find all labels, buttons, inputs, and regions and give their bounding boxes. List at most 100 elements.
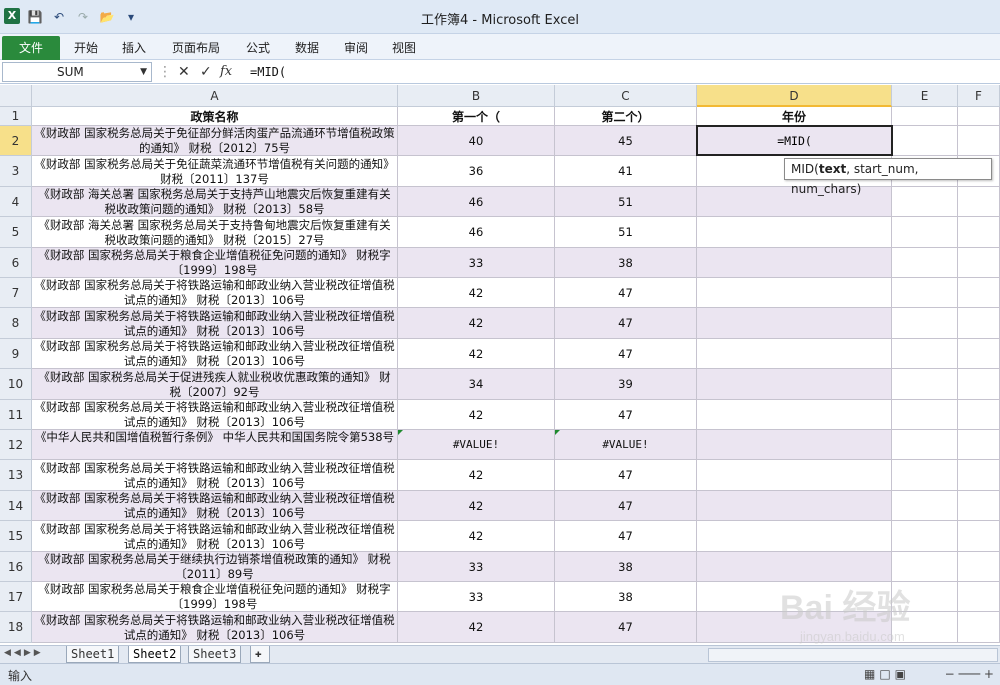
tab-formulas[interactable]: 公式 [246,39,270,56]
cell-c[interactable]: 51 [555,187,697,217]
cell-c[interactable]: 45 [555,126,697,156]
cell-a[interactable]: 《财政部 国家税务总局关于将铁路运输和邮政业纳入营业税改征增值税试点的通知》 财… [32,400,398,430]
column-header-f[interactable]: F [958,85,1000,107]
cell-c[interactable]: 47 [555,339,697,369]
cell-f[interactable] [958,369,1000,400]
cell-c[interactable]: 47 [555,491,697,521]
insert-function-icon[interactable]: fx [220,62,232,82]
cell-f[interactable] [958,308,1000,339]
tab-view[interactable]: 视图 [392,39,416,56]
cell-c[interactable]: 41 [555,156,697,187]
cell-a[interactable]: 《财政部 国家税务总局关于继续执行边销茶增值税政策的通知》 财税〔2011〕89… [32,552,398,582]
cell-b[interactable]: 36 [398,156,555,187]
header-cell-c[interactable]: 第二个） [555,107,697,126]
cell-e[interactable] [892,278,958,308]
cell-d[interactable] [697,278,892,308]
cell-f[interactable] [958,400,1000,430]
cell-f[interactable] [958,430,1000,460]
cell-f[interactable] [958,339,1000,369]
cell-f[interactable] [958,612,1000,643]
row-header[interactable]: 11 [0,400,32,430]
sheet-tab-1[interactable]: Sheet1 [66,646,120,663]
cell-a[interactable]: 《财政部 国家税务总局关于粮食企业增值税征免问题的通知》 财税字〔1999〕19… [32,582,398,612]
column-header-a[interactable]: A [32,85,398,107]
active-cell-d2[interactable]: =MID( [696,125,893,156]
row-header[interactable]: 6 [0,248,32,278]
header-cell-b[interactable]: 第一个（ [398,107,555,126]
row-header[interactable]: 3 [0,156,32,187]
cell-c[interactable]: 39 [555,369,697,400]
cell-d[interactable] [697,369,892,400]
cell-e[interactable] [892,460,958,491]
cell-e[interactable] [892,248,958,278]
name-box[interactable]: SUM ▼ [2,62,152,82]
row-header[interactable]: 2 [0,126,32,156]
cell-e[interactable] [892,521,958,552]
cell-b[interactable]: 33 [398,248,555,278]
cell-b[interactable]: 46 [398,187,555,217]
cell-f[interactable] [958,217,1000,248]
cell-a[interactable]: 《财政部 海关总署 国家税务总局关于支持鲁甸地震灾后恢复重建有关税收政策问题的通… [32,217,398,248]
cell-c[interactable]: 38 [555,582,697,612]
cell-f[interactable] [958,248,1000,278]
cell-f[interactable] [958,460,1000,491]
row-header[interactable]: 9 [0,339,32,369]
header-cell-a[interactable]: 政策名称 [32,107,398,126]
row-header[interactable]: 7 [0,278,32,308]
cell-e[interactable] [892,430,958,460]
cell-c[interactable]: 47 [555,521,697,552]
cell-d[interactable] [697,339,892,369]
column-header-e[interactable]: E [892,85,958,107]
cell-c[interactable]: 47 [555,612,697,643]
cell-e[interactable] [892,400,958,430]
tab-home[interactable]: 开始 [74,39,98,56]
cell-d[interactable] [697,491,892,521]
cell-b[interactable]: 42 [398,521,555,552]
cell-d[interactable] [697,430,892,460]
cell-d[interactable] [697,460,892,491]
cell-d[interactable] [697,308,892,339]
cell-a[interactable]: 《财政部 国家税务总局关于促进残疾人就业税收优惠政策的通知》 财税〔2007〕9… [32,369,398,400]
cell-c[interactable]: #VALUE! [555,430,697,460]
row-header[interactable]: 14 [0,491,32,521]
cell-c[interactable]: 38 [555,248,697,278]
sheet-tab-3[interactable]: Sheet3 [188,646,242,663]
cell-b[interactable]: 42 [398,612,555,643]
cell-c[interactable]: 38 [555,552,697,582]
cell-a[interactable]: 《财政部 国家税务总局关于将铁路运输和邮政业纳入营业税改征增值税试点的通知》 财… [32,460,398,491]
cell-d[interactable] [697,521,892,552]
cell-c[interactable]: 47 [555,400,697,430]
cell-d[interactable] [697,552,892,582]
cell-b[interactable]: 42 [398,278,555,308]
empty-cell[interactable] [892,107,958,126]
cell-e[interactable] [892,217,958,248]
cell-a[interactable]: 《财政部 国家税务总局关于将铁路运输和邮政业纳入营业税改征增值税试点的通知》 财… [32,308,398,339]
cell-a[interactable]: 《中华人民共和国增值税暂行条例》 中华人民共和国国务院令第538号 [32,430,398,460]
empty-cell[interactable] [958,107,1000,126]
resize-handle-icon[interactable]: ⋮ [158,62,172,82]
cell-f[interactable] [958,491,1000,521]
row-header[interactable]: 12 [0,430,32,460]
sheet-nav-icons[interactable]: ◀◀▶▶ [4,648,44,658]
formula-input[interactable]: =MID( [248,62,998,82]
row-header[interactable]: 4 [0,187,32,217]
cell-f[interactable] [958,582,1000,612]
zoom-control[interactable]: − ─── + [945,667,994,681]
cell-b[interactable]: 34 [398,369,555,400]
cell-b[interactable]: 42 [398,308,555,339]
cell-e[interactable] [892,339,958,369]
cell-f[interactable] [958,126,1000,156]
row-header[interactable]: 16 [0,552,32,582]
row-header[interactable]: 17 [0,582,32,612]
row-header[interactable]: 13 [0,460,32,491]
cell-c[interactable]: 47 [555,308,697,339]
cell-f[interactable] [958,187,1000,217]
cell-a[interactable]: 《财政部 国家税务总局关于将铁路运输和邮政业纳入营业税改征增值税试点的通知》 财… [32,612,398,643]
tab-file[interactable]: 文件 [2,36,60,60]
cell-a[interactable]: 《财政部 国家税务总局关于将铁路运输和邮政业纳入营业税改征增值税试点的通知》 财… [32,339,398,369]
column-header-d[interactable]: D [697,85,892,107]
sheet-tab-2[interactable]: Sheet2 [128,646,182,663]
row-header[interactable]: 15 [0,521,32,552]
cell-a[interactable]: 《财政部 国家税务总局关于将铁路运输和邮政业纳入营业税改征增值税试点的通知》 财… [32,491,398,521]
cell-d[interactable] [697,400,892,430]
